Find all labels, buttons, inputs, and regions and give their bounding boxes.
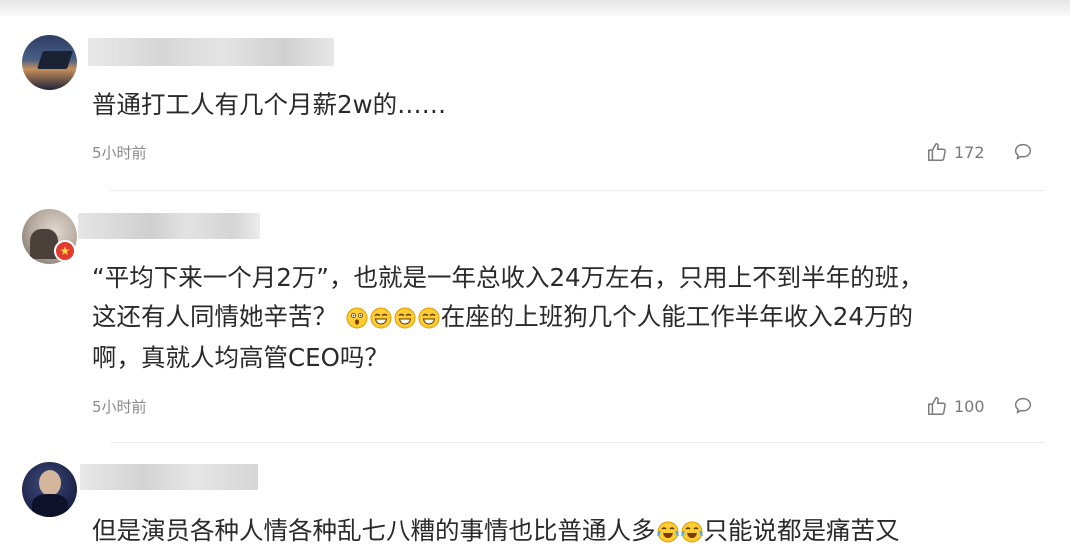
crying-laugh-emoji <box>656 521 679 543</box>
thumbs-up-icon <box>928 397 946 415</box>
comment-text-line-3: 啊，真就人均高管CEO吗？ <box>92 343 389 372</box>
top-edge <box>0 0 1070 16</box>
username-blurred[interactable] <box>78 213 260 239</box>
comment-time: 5小时前 <box>92 144 147 162</box>
comment-bubble-icon[interactable] <box>1012 141 1034 163</box>
grin-emoji <box>418 307 440 329</box>
username-blurred[interactable] <box>88 38 334 66</box>
comment-text-line-1: 但是演员各种人情各种乱七八糟的事情也比普通人多 只能说都是痛苦又 <box>92 516 900 545</box>
thumbs-up-icon <box>928 143 946 161</box>
comment-text: 普通打工人有几个月薪2w的…… <box>92 90 447 119</box>
grin-emoji <box>394 307 416 329</box>
divider <box>110 442 1045 443</box>
shocked-emoji <box>346 307 368 329</box>
grin-emoji <box>370 307 392 329</box>
divider <box>110 190 1045 191</box>
comment-text-line-2: 这还有人同情她辛苦？ 在座的上班狗几个人能工作半年收入24万的 <box>92 302 913 331</box>
comment-time: 5小时前 <box>92 398 147 416</box>
avatar[interactable] <box>22 462 77 517</box>
comment-text-line-1: “平均下来一个月2万”，也就是一年总收入24万左右，只用上不到半年的班， <box>92 263 924 292</box>
username-blurred[interactable] <box>80 464 258 490</box>
avatar[interactable] <box>22 35 77 90</box>
verified-badge: ★ <box>54 240 76 262</box>
like-button[interactable]: 100 <box>926 395 985 417</box>
like-count: 172 <box>954 142 985 162</box>
crying-laugh-emoji <box>680 521 703 543</box>
like-button[interactable]: 172 <box>926 141 985 163</box>
like-count: 100 <box>954 396 985 416</box>
comment-bubble-icon[interactable] <box>1012 395 1034 417</box>
